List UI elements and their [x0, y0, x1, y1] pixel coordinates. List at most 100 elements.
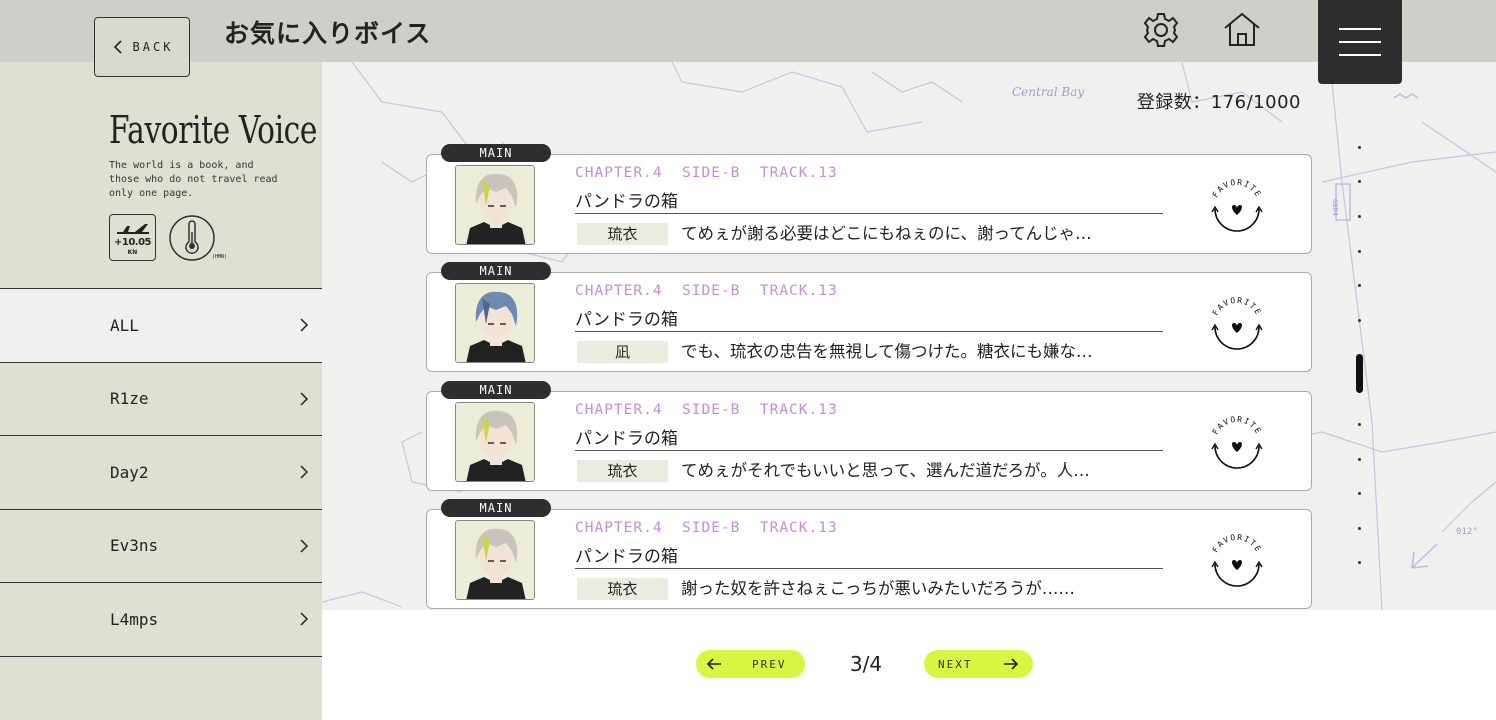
next-button[interactable]: NEXT [924, 650, 1033, 678]
next-label: NEXT [938, 657, 973, 671]
prev-button[interactable]: PREV [696, 650, 805, 678]
chevron-right-icon [300, 318, 309, 332]
chapter-label: CHAPTER.4 SIDE-B TRACK.13 [575, 402, 838, 418]
song-title: パンドラの箱 [575, 192, 678, 212]
category-item-day2[interactable]: Day2 [0, 436, 322, 510]
divider [575, 213, 1163, 214]
scroll-dot [1358, 146, 1361, 149]
category-list: ALL R1ze Day2 Ev3ns L4mps [0, 288, 322, 657]
map-label: Central Bay [1012, 85, 1084, 99]
favorite-heart-icon[interactable]: FAVORITE [1205, 414, 1269, 472]
svg-text:FAVORITE: FAVORITE [1211, 415, 1264, 436]
speaker-name: 凪 [577, 341, 668, 363]
hamburger-icon-bar [1339, 41, 1381, 43]
temperature-badge: (HMN) [168, 214, 227, 262]
prev-label: PREV [752, 657, 787, 671]
settings-button[interactable] [1141, 10, 1181, 50]
category-item-all[interactable]: ALL [0, 289, 322, 363]
gear-icon [1143, 13, 1179, 47]
scroll-dot [1358, 250, 1361, 253]
svg-text:012°: 012° [1456, 527, 1478, 537]
menu-button[interactable] [1318, 0, 1402, 84]
speaker-name: 琉衣 [577, 223, 668, 245]
back-button[interactable]: BACK [94, 17, 190, 77]
main-tag: MAIN [441, 499, 551, 517]
favorite-heart-icon[interactable]: FAVORITE [1205, 532, 1269, 590]
svg-text:FAVORITE: FAVORITE [1211, 296, 1264, 317]
voice-card[interactable]: MAIN CHAPTER.4 SIDE-B TRACK.13 パンドラの箱 琉衣 てめぇ… [426, 381, 1312, 491]
scroll-dot [1358, 527, 1361, 530]
song-title: パンドラの箱 [575, 310, 678, 330]
divider [575, 450, 1163, 451]
chevron-right-icon [300, 392, 309, 406]
sidebar-heading: Favorite Voice [109, 108, 318, 152]
favorite-heart-icon[interactable]: FAVORITE [1205, 295, 1269, 353]
svg-text:FAVORITE: FAVORITE [1211, 533, 1264, 554]
chevron-right-icon [300, 539, 309, 553]
category-label: Day2 [110, 462, 149, 482]
favorite-label: FAVORITE [1211, 533, 1262, 554]
airplane-icon [117, 224, 149, 234]
voice-card[interactable]: MAIN CHAPTER.4 SIDE-B TRACK.13 パンドラの箱 琉衣 謝った… [426, 499, 1312, 609]
character-avatar [455, 165, 535, 245]
speaker-name: 琉衣 [577, 578, 668, 600]
scrollbar[interactable] [1350, 132, 1370, 572]
temperature-unit: (HMN) [212, 254, 228, 260]
divider [575, 331, 1163, 332]
character-portrait-icon [456, 403, 534, 481]
scroll-dot [1358, 284, 1361, 287]
character-portrait-icon [456, 521, 534, 599]
scroll-dot [1358, 561, 1361, 564]
voice-line: てめぇがそれでもいいと思って、選んだ道だろが。人… [681, 461, 1090, 480]
scroll-dot [1358, 215, 1361, 218]
scroll-dot [1358, 458, 1361, 461]
thermometer-icon [169, 215, 215, 261]
svg-text:FAVORITE: FAVORITE [1211, 178, 1264, 199]
voice-line: てめぇが謝る必要はどこにもねぇのに、謝ってんじゃ… [681, 224, 1092, 243]
main-tag: MAIN [441, 262, 551, 280]
hamburger-icon-bar [1339, 54, 1381, 56]
main-tag: MAIN [441, 144, 551, 162]
voice-card[interactable]: MAIN CHAPTER.4 SIDE-B TRACK.13 パンドラの箱 琉衣 てめぇ… [426, 144, 1312, 254]
page-title: お気に入りボイス [224, 19, 432, 48]
category-label: ALL [110, 315, 139, 335]
home-button[interactable] [1222, 10, 1262, 50]
pagination: PREV 3/4 NEXT [322, 610, 1496, 720]
character-portrait-icon [456, 166, 534, 244]
chapter-label: CHAPTER.4 SIDE-B TRACK.13 [575, 520, 838, 536]
arrow-left-icon [706, 658, 721, 670]
arrow-right-icon [1003, 658, 1018, 670]
scroll-dot [1358, 423, 1361, 426]
registration-count: 登録数：176/1000 [1136, 92, 1301, 113]
chevron-right-icon [300, 612, 309, 626]
character-avatar [455, 520, 535, 600]
main-tag: MAIN [441, 381, 551, 399]
scroll-dot [1358, 180, 1361, 183]
character-avatar [455, 283, 535, 363]
category-item-l4mps[interactable]: L4mps [0, 583, 322, 657]
sidebar: Favorite Voice The world is a book, and … [0, 62, 322, 720]
favorite-label: FAVORITE [1211, 415, 1262, 436]
chevron-left-icon [113, 40, 122, 54]
scroll-dot [1358, 319, 1361, 322]
category-label: R1ze [110, 389, 149, 409]
favorite-heart-icon[interactable]: FAVORITE [1205, 177, 1269, 235]
sidebar-quote: The world is a book, and those who do no… [109, 160, 278, 199]
category-item-ev3ns[interactable]: Ev3ns [0, 510, 322, 583]
chapter-label: CHAPTER.4 SIDE-B TRACK.13 [575, 283, 838, 299]
category-label: L4mps [110, 609, 159, 629]
chevron-right-icon [300, 465, 309, 479]
voice-line: でも、琉衣の忠告を無視して傷つけた。糖衣にも嫌な… [681, 342, 1093, 361]
category-item-r1ze[interactable]: R1ze [0, 363, 322, 436]
speed-value: +10.05 [113, 237, 152, 248]
song-title: パンドラの箱 [575, 429, 678, 449]
character-avatar [455, 402, 535, 482]
voice-card[interactable]: MAIN CHAPTER.4 SIDE-B TRACK.13 パンドラの箱凪でも、琉… [426, 262, 1312, 372]
speaker-name: 琉衣 [577, 460, 668, 482]
scroll-thumb[interactable] [1356, 354, 1363, 393]
speed-unit: KN [127, 249, 138, 256]
chapter-label: CHAPTER.4 SIDE-B TRACK.13 [575, 165, 838, 181]
favorite-label: FAVORITE [1211, 296, 1262, 317]
back-label: BACK [132, 40, 174, 54]
speed-badge: +10.05 KN [109, 214, 156, 261]
